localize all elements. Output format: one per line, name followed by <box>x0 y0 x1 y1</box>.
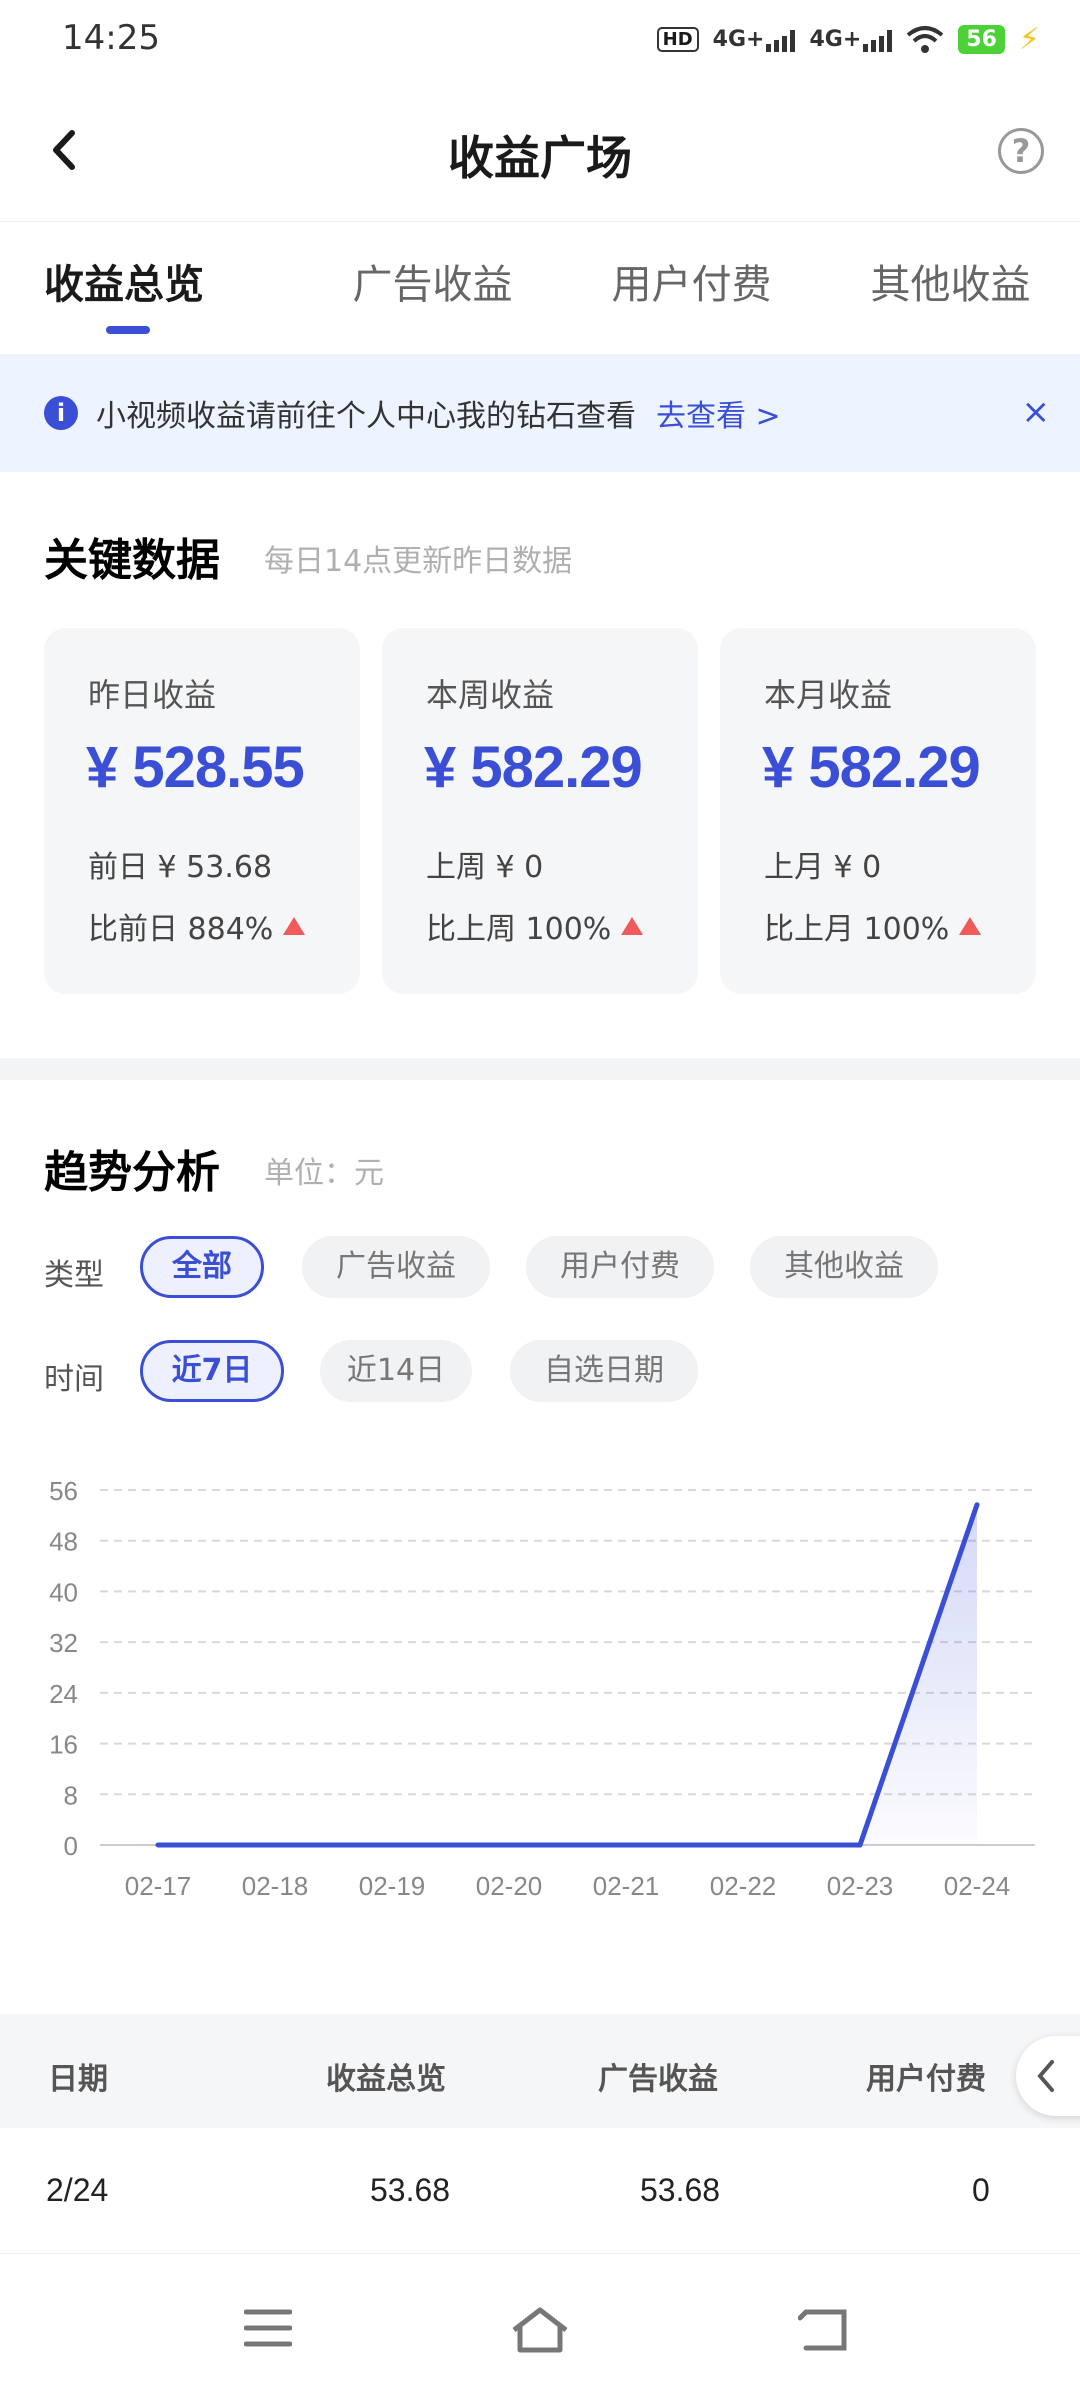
x-tick-label: 02-23 <box>827 1871 894 1901</box>
x-tick-label: 02-18 <box>242 1871 309 1901</box>
time-chip-custom[interactable]: 自选日期 <box>510 1340 698 1402</box>
tab-active-indicator <box>106 326 150 334</box>
wifi-icon <box>907 25 944 53</box>
up-arrow-icon <box>283 917 306 935</box>
col-total: 收益总览 <box>326 2062 446 2097</box>
y-tick-label: 16 <box>49 1730 78 1760</box>
question-icon: ? <box>1011 132 1031 170</box>
x-tick-label: 02-20 <box>476 1871 543 1901</box>
nav-bar: 收益广场 ? <box>0 80 1080 222</box>
trend-unit: 单位：元 <box>264 1156 384 1191</box>
home-icon[interactable] <box>510 2306 570 2354</box>
time-chip-14d[interactable]: 近14日 <box>320 1340 472 1402</box>
x-tick-label: 02-19 <box>359 1871 426 1901</box>
tab-other-revenue[interactable]: 其他收益 <box>821 222 1080 334</box>
x-tick-label: 02-24 <box>944 1871 1011 1901</box>
trend-title: 趋势分析 <box>44 1147 220 1198</box>
tab-bar: 收益总览 广告收益 用户付费 其他收益 <box>0 222 1080 334</box>
info-icon: i <box>44 396 78 430</box>
tab-overview[interactable]: 收益总览 <box>0 222 303 334</box>
card-label: 本月收益 <box>764 676 893 714</box>
tab-ad-revenue[interactable]: 广告收益 <box>303 222 562 334</box>
x-tick-label: 02-22 <box>710 1871 777 1901</box>
time-label: 时间 <box>44 1362 104 1397</box>
card-compare: 比前日 884% <box>88 904 306 948</box>
type-chip-user[interactable]: 用户付费 <box>526 1236 714 1298</box>
table-row: 2/24 53.68 53.68 0 <box>0 2128 1080 2254</box>
time-chip-7d[interactable]: 近7日 <box>140 1340 284 1402</box>
col-user: 用户付费 <box>866 2062 986 2097</box>
notice-banner: i 小视频收益请前往个人中心我的钻石查看 去查看 > × <box>0 354 1080 472</box>
x-tick-label: 02-17 <box>125 1871 192 1901</box>
type-chip-all[interactable]: 全部 <box>140 1236 264 1298</box>
status-time: 14:25 <box>62 18 160 58</box>
card-value: ¥ 582.29 <box>424 735 643 800</box>
col-ad: 广告收益 <box>598 2062 718 2097</box>
card-label: 本周收益 <box>426 676 555 714</box>
cell-ad: 53.68 <box>640 2172 721 2208</box>
key-data-subtitle: 每日14点更新昨日数据 <box>264 544 573 579</box>
type-chip-ad[interactable]: 广告收益 <box>302 1236 490 1298</box>
stat-card-month: 本月收益 ¥ 582.29 上月 ¥ 0 比上月 100% <box>720 628 1036 994</box>
signal-icon-2: 4G+ <box>809 27 893 52</box>
section-divider <box>0 1058 1080 1080</box>
battery-icon: 56 <box>958 25 1005 54</box>
y-tick-label: 8 <box>64 1780 78 1810</box>
card-prev: 上周 ¥ 0 <box>426 850 544 885</box>
card-compare: 比上周 100% <box>426 904 644 948</box>
col-date: 日期 <box>48 2062 108 2097</box>
type-chip-other[interactable]: 其他收益 <box>750 1236 938 1298</box>
table-header: 日期 收益总览 广告收益 用户付费 <box>0 2014 1080 2128</box>
back-nav-icon[interactable] <box>798 2306 850 2354</box>
tab-user-payment[interactable]: 用户付费 <box>562 222 821 334</box>
card-prev: 上月 ¥ 0 <box>764 850 882 885</box>
help-button[interactable]: ? <box>998 128 1044 174</box>
stat-card-week: 本周收益 ¥ 582.29 上周 ¥ 0 比上周 100% <box>382 628 698 994</box>
y-tick-label: 48 <box>49 1527 78 1557</box>
up-arrow-icon <box>621 917 644 935</box>
table-scroll-button[interactable] <box>1016 2036 1080 2116</box>
y-tick-label: 24 <box>49 1679 78 1709</box>
card-label: 昨日收益 <box>88 676 217 714</box>
cell-date: 2/24 <box>46 2172 109 2208</box>
key-data-title: 关键数据 <box>44 535 220 586</box>
stat-card-yesterday: 昨日收益 ¥ 528.55 前日 ¥ 53.68 比前日 884% <box>44 628 360 994</box>
status-bar: 14:25 HD 4G+ 4G+ 56 ⚡ <box>0 0 1080 80</box>
up-arrow-icon <box>959 917 982 935</box>
menu-icon[interactable] <box>244 2306 292 2350</box>
system-nav-bar <box>0 2256 1080 2400</box>
type-label: 类型 <box>44 1258 104 1293</box>
notice-link[interactable]: 去查看 > <box>656 391 781 435</box>
x-tick-label: 02-21 <box>593 1871 660 1901</box>
hd-icon: HD <box>656 27 699 52</box>
page-title: 收益广场 <box>448 131 632 185</box>
card-prev: 前日 ¥ 53.68 <box>88 850 273 885</box>
status-icons: HD 4G+ 4G+ 56 ⚡ <box>656 22 1040 57</box>
signal-icon-1: 4G+ <box>713 27 796 52</box>
y-tick-label: 32 <box>49 1628 78 1658</box>
chevron-left-icon <box>1037 2060 1054 2092</box>
card-compare: 比上月 100% <box>764 904 982 948</box>
card-value: ¥ 582.29 <box>762 735 981 800</box>
cell-total: 53.68 <box>370 2172 451 2208</box>
trend-chart: 0 8 16 24 32 40 48 56 02-17 02-18 02-19 02-20 02-21 0… <box>49 1476 1035 1901</box>
notice-text: 小视频收益请前往个人中心我的钻石查看 <box>96 399 636 434</box>
cell-user: 0 <box>972 2172 990 2208</box>
card-value: ¥ 528.55 <box>86 735 305 800</box>
charging-icon: ⚡ <box>1018 22 1040 57</box>
close-icon[interactable]: × <box>1022 392 1051 432</box>
y-tick-label: 0 <box>64 1831 78 1861</box>
y-tick-label: 56 <box>49 1476 78 1506</box>
y-tick-label: 40 <box>49 1577 78 1607</box>
